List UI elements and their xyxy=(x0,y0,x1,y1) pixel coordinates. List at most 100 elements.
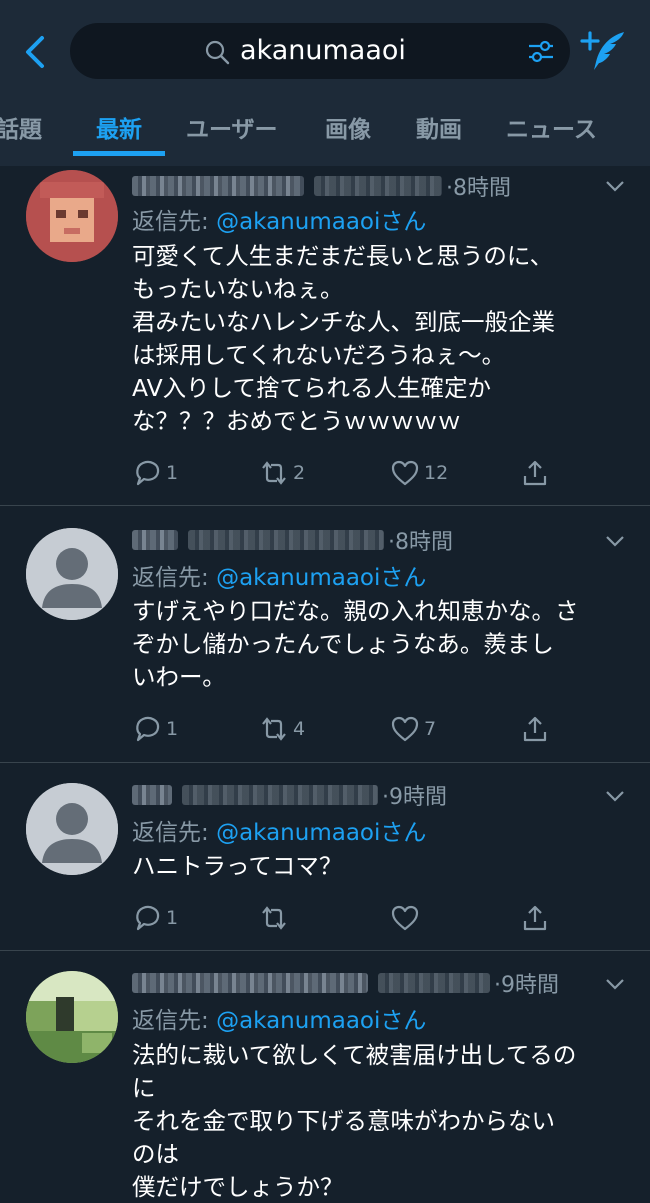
handle-blurred xyxy=(378,973,490,993)
reply-mention[interactable]: @akanumaaoiさん xyxy=(216,1008,426,1034)
reply-count: 1 xyxy=(166,718,179,740)
search-bar[interactable]: akanumaaoi xyxy=(70,23,570,79)
share-button[interactable] xyxy=(520,712,550,746)
tweet-text: ハニトラってコマ？ xyxy=(132,850,632,883)
top-bar: akanumaaoi 話題 最新 ユーザー 画像 動画 ニュース xyxy=(0,0,650,166)
retweet-icon xyxy=(262,906,286,930)
reply-prefix: 返信先: xyxy=(132,820,217,846)
tweet-text-line: は採用してくれないだろうねぇ〜。 xyxy=(132,341,506,369)
tweet-author[interactable]: ·8時間 xyxy=(132,170,511,201)
share-button[interactable] xyxy=(520,456,550,490)
reply-prefix: 返信先: xyxy=(132,209,217,235)
search-filter-icon[interactable] xyxy=(526,36,556,66)
default-avatar-icon xyxy=(26,528,118,620)
tweet[interactable]: ·8時間 返信先: @akanumaaoiさん すげえやり口だな。親の入れ知恵か… xyxy=(0,506,650,763)
default-avatar-icon xyxy=(26,783,118,875)
reply-button[interactable]: 1 xyxy=(132,712,178,746)
back-arrow-icon[interactable] xyxy=(18,32,52,72)
tweet-text-line: いわー。 xyxy=(132,663,226,691)
tweet-text-line: に xyxy=(132,1074,156,1102)
tweet-actions: 1 2 12 xyxy=(132,456,632,490)
tweet-text-line: な？？？おめでとうｗｗｗｗｗ xyxy=(132,407,461,435)
tweet-text-line: 僕だけでしょうか？ xyxy=(132,1173,344,1201)
tweet[interactable]: ·9時間 返信先: @akanumaaoiさん ハニトラってコマ？ 1 xyxy=(0,763,650,951)
tweet-actions: 1 4 7 xyxy=(132,712,632,746)
tweet-time: ·8時間 xyxy=(446,176,511,201)
avatar[interactable] xyxy=(26,528,118,620)
reply-count: 1 xyxy=(166,462,179,484)
reply-mention[interactable]: @akanumaaoiさん xyxy=(216,820,426,846)
reply-mention[interactable]: @akanumaaoiさん xyxy=(216,209,426,235)
retweet-count: 2 xyxy=(293,462,306,484)
tweet-text-line: それを金で取り下げる意味がわからない xyxy=(132,1107,555,1135)
tweet-author[interactable]: ·8時間 xyxy=(132,524,453,555)
tweet[interactable]: ·8時間 返信先: @akanumaaoiさん 可愛くて人生まだまだ長いと思うの… xyxy=(0,166,650,506)
chevron-down-icon[interactable] xyxy=(604,179,626,193)
display-name-blurred xyxy=(132,176,304,196)
tweet-text-line: 法的に裁いて欲しくて被害届け出してるの xyxy=(132,1041,577,1069)
handle-blurred xyxy=(188,530,384,550)
search-icon xyxy=(205,40,230,65)
tweet[interactable]: ·9時間 返信先: @akanumaaoiさん 法的に裁いて欲しくて被害届け出し… xyxy=(0,951,650,1203)
avatar[interactable] xyxy=(26,971,118,1063)
chevron-down-icon[interactable] xyxy=(604,977,626,991)
retweet-icon xyxy=(262,461,286,485)
tweet-text-line: すげえやり口だな。親の入れ知恵かな。さ xyxy=(132,597,579,625)
reply-icon xyxy=(136,460,160,486)
tab-trending[interactable]: 話題 xyxy=(0,110,42,144)
reply-to: 返信先: @akanumaaoiさん xyxy=(132,1001,426,1035)
avatar-pixelated-image xyxy=(26,170,118,262)
tweet-feed: ·8時間 返信先: @akanumaaoiさん 可愛くて人生まだまだ長いと思うの… xyxy=(0,166,650,1203)
tab-users[interactable]: ユーザー xyxy=(186,110,278,144)
display-name-blurred xyxy=(132,530,178,550)
tab-images[interactable]: 画像 xyxy=(325,110,371,144)
retweet-icon xyxy=(262,717,286,741)
reply-to: 返信先: @akanumaaoiさん xyxy=(132,558,426,592)
tweet-time: ·9時間 xyxy=(382,785,447,810)
like-count: 12 xyxy=(424,462,449,484)
tweet-text-line: 君みたいなハレンチな人、到底一般企業 xyxy=(132,308,555,336)
retweet-count: 4 xyxy=(293,718,306,740)
search-query[interactable]: akanumaaoi xyxy=(240,34,406,68)
handle-blurred xyxy=(314,176,442,196)
reply-to: 返信先: @akanumaaoiさん xyxy=(132,813,426,847)
handle-blurred xyxy=(182,785,378,805)
share-icon xyxy=(523,460,547,486)
reply-count: 1 xyxy=(166,907,179,929)
tweet-text: 法的に裁いて欲しくて被害届け出してるの に それを金で取り下げる意味がわからない… xyxy=(132,1039,632,1203)
chevron-down-icon[interactable] xyxy=(604,789,626,803)
retweet-button[interactable] xyxy=(259,901,289,935)
tweet-author[interactable]: ·9時間 xyxy=(132,779,447,810)
reply-button[interactable]: 1 xyxy=(132,456,178,490)
like-button[interactable] xyxy=(390,901,420,935)
retweet-button[interactable]: 2 xyxy=(259,456,305,490)
tweet-text-line: ぞかし儲かったんでしょうなあ。羨まし xyxy=(132,630,554,658)
avatar-pixelated-image xyxy=(26,971,118,1063)
like-button[interactable]: 7 xyxy=(390,712,436,746)
tweet-time: ·8時間 xyxy=(388,530,453,555)
reply-to: 返信先: @akanumaaoiさん xyxy=(132,202,426,236)
tweet-text-line: もったいないねぇ。 xyxy=(132,275,344,303)
reply-mention[interactable]: @akanumaaoiさん xyxy=(216,565,426,591)
reply-icon xyxy=(136,905,160,931)
tab-latest[interactable]: 最新 xyxy=(96,110,142,144)
like-button[interactable]: 12 xyxy=(390,456,448,490)
tab-news[interactable]: ニュース xyxy=(506,110,597,144)
share-button[interactable] xyxy=(520,901,550,935)
tweet-time: ·9時間 xyxy=(494,973,559,998)
heart-icon xyxy=(391,460,419,486)
reply-button[interactable]: 1 xyxy=(132,901,178,935)
tweet-text: すげえやり口だな。親の入れ知恵かな。さ ぞかし儲かったんでしょうなあ。羨まし い… xyxy=(132,595,632,694)
tweet-author[interactable]: ·9時間 xyxy=(132,967,559,998)
compose-tweet-icon[interactable] xyxy=(580,28,628,74)
reply-icon xyxy=(136,716,160,742)
tab-videos[interactable]: 動画 xyxy=(416,110,462,144)
retweet-button[interactable]: 4 xyxy=(259,712,305,746)
search-tabs: 話題 最新 ユーザー 画像 動画 ニュース xyxy=(0,104,650,150)
chevron-down-icon[interactable] xyxy=(604,534,626,548)
display-name-blurred xyxy=(132,785,172,805)
avatar[interactable] xyxy=(26,170,118,262)
tweet-text-line: のは xyxy=(132,1140,179,1168)
reply-prefix: 返信先: xyxy=(132,565,217,591)
avatar[interactable] xyxy=(26,783,118,875)
